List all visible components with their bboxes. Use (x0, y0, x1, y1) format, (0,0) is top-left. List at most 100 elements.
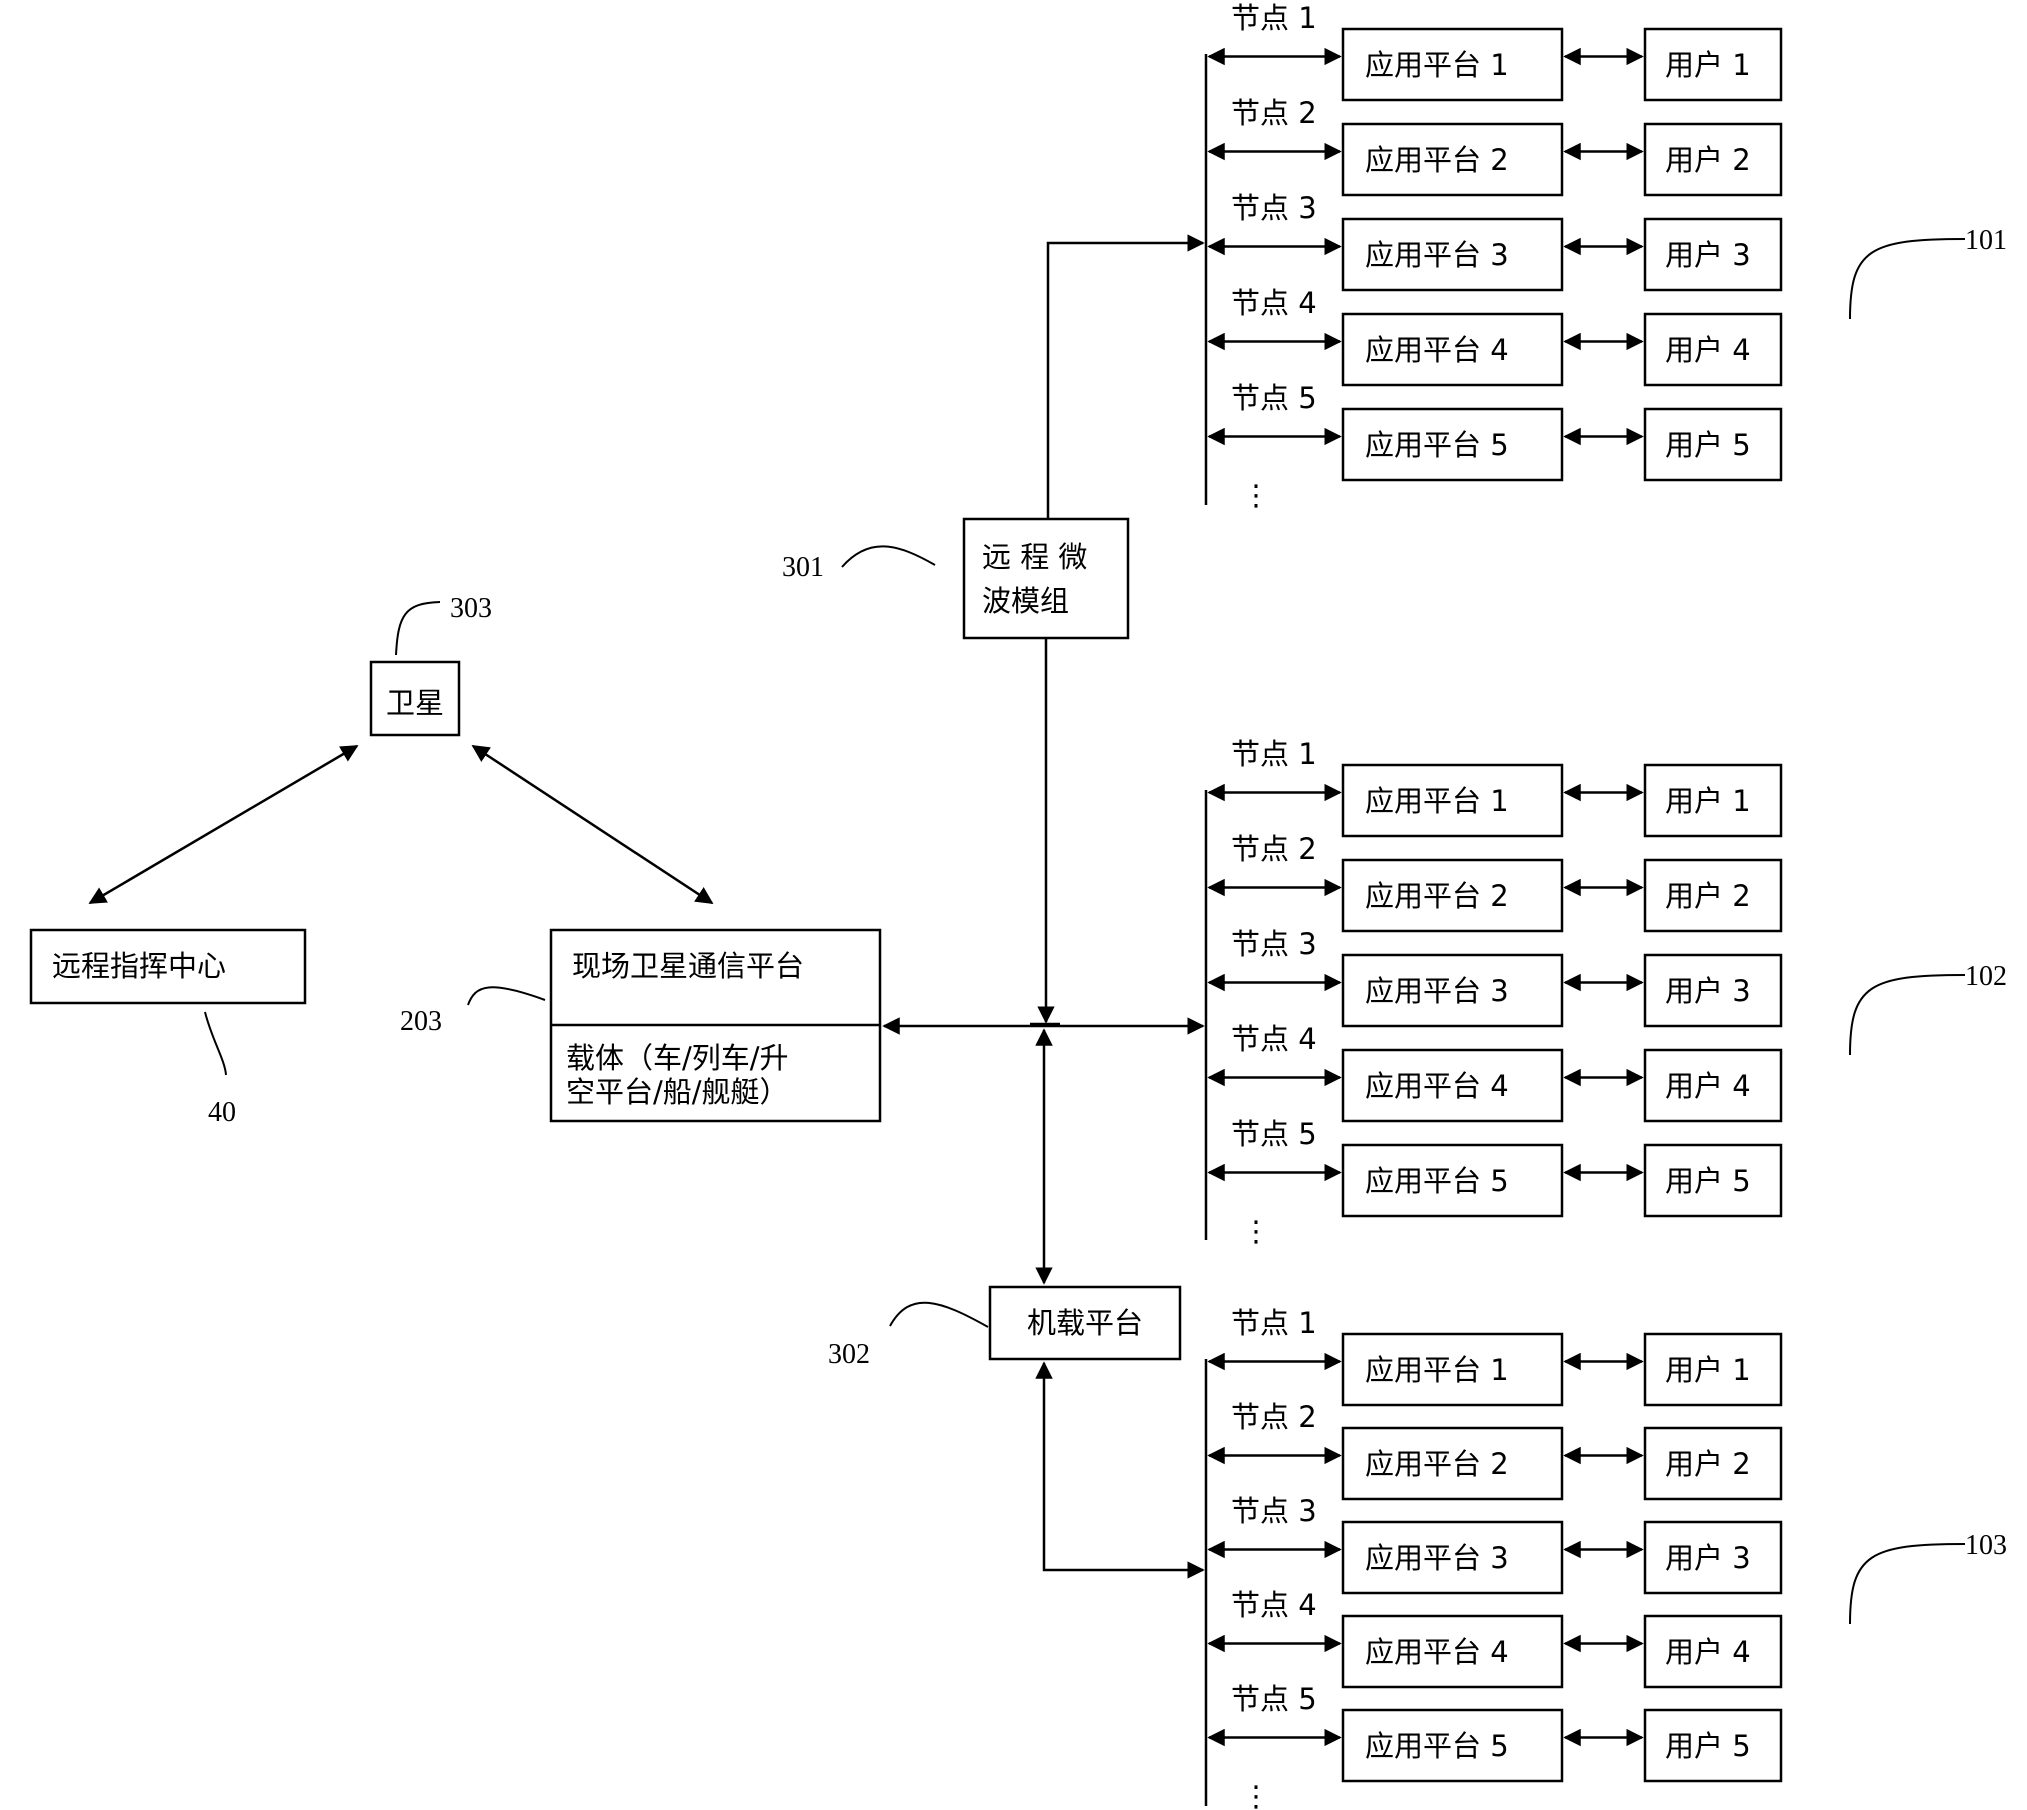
ref-label-203: 203 (400, 1006, 442, 1037)
app-platform-label: 应用平台 4 (1365, 333, 1509, 367)
user-label: 用户 5 (1665, 428, 1751, 462)
node-label: 节点 2 (1231, 832, 1317, 866)
user-label: 用户 2 (1665, 143, 1751, 177)
ref-leader-302 (889, 1301, 989, 1328)
node-label: 节点 3 (1231, 1494, 1317, 1528)
group-103: 节点 1 应用平台 1 用户 1 节点 2 应用平台 2 用户 2 节点 3 应用平台 3 用户… (1204, 1306, 2007, 1810)
app-platform-label: 应用平台 3 (1365, 1541, 1509, 1575)
app-platform-label: 应用平台 2 (1365, 1447, 1509, 1481)
app-platform-label: 应用平台 4 (1365, 1635, 1509, 1669)
link-satellite-onsite (471, 744, 714, 905)
ref-leader-103 (1849, 1543, 1966, 1625)
ellipsis-more-nodes: ⋮ (1242, 1779, 1271, 1810)
node-row: 节点 1 应用平台 1 用户 1 (1207, 1, 1783, 102)
node-row: 节点 4 应用平台 4 用户 4 (1207, 1022, 1783, 1123)
node-label: 节点 3 (1231, 927, 1317, 961)
ref-label-301: 301 (782, 552, 824, 583)
node-row: 节点 1 应用平台 1 用户 1 (1207, 737, 1783, 838)
node-label: 节点 2 (1231, 1400, 1317, 1434)
app-platform-label: 应用平台 3 (1365, 238, 1509, 272)
ref-label-102: 102 (1965, 961, 2007, 992)
node-label: 节点 4 (1231, 1588, 1317, 1622)
node-row: 节点 5 应用平台 5 用户 5 (1207, 1682, 1783, 1783)
app-platform-label: 应用平台 5 (1365, 1729, 1509, 1763)
microwave-module-box (962, 517, 1130, 640)
microwave-module-line2: 波模组 (982, 584, 1069, 618)
app-platform-label: 应用平台 2 (1365, 143, 1509, 177)
ref-leader-203 (467, 986, 546, 1006)
node-row: 节点 2 应用平台 2 用户 2 (1207, 832, 1783, 933)
ref-leader-101 (1849, 238, 1966, 320)
group-101: 节点 1 应用平台 1 用户 1 节点 2 应用平台 2 用户 2 节点 3 应用平台 3 用户… (1204, 1, 2007, 512)
ellipsis-more-nodes: ⋮ (1242, 478, 1271, 512)
ref-label-101: 101 (1965, 225, 2007, 256)
node-row: 节点 3 应用平台 3 用户 3 (1207, 191, 1783, 292)
ref-label-302: 302 (828, 1339, 870, 1370)
app-platform-label: 应用平台 1 (1365, 48, 1509, 82)
ref-label-103: 103 (1965, 1530, 2007, 1561)
app-platform-label: 应用平台 2 (1365, 879, 1509, 913)
user-label: 用户 4 (1665, 333, 1751, 367)
app-platform-label: 应用平台 4 (1365, 1069, 1509, 1103)
onsite-platform-carrier-line2: 空平台/船/舰艇） (566, 1075, 789, 1109)
link-microwave-group101 (1046, 234, 1205, 519)
app-platform-label: 应用平台 1 (1365, 1353, 1509, 1387)
onsite-platform-carrier-line1: 载体（车/列车/升 (566, 1041, 789, 1075)
link-satellite-command (88, 744, 359, 905)
microwave-module-node: 远 程 微 波模组 (962, 517, 1130, 640)
network-diagram: 卫星 303 远程指挥中心 40 现场卫星通信平台 载体（车/列车/升 空平台/… (0, 0, 2027, 1810)
user-label: 用户 3 (1665, 238, 1751, 272)
onsite-platform-node: 现场卫星通信平台 载体（车/列车/升 空平台/船/舰艇） (549, 928, 882, 1123)
airborne-platform-node: 机载平台 (988, 1285, 1182, 1361)
satellite-node: 卫星 (369, 660, 461, 737)
user-label: 用户 1 (1665, 1353, 1751, 1387)
app-platform-label: 应用平台 5 (1365, 428, 1509, 462)
diagram-svg: 卫星 303 远程指挥中心 40 现场卫星通信平台 载体（车/列车/升 空平台/… (29, 1, 2007, 1810)
node-label: 节点 5 (1231, 1117, 1317, 1151)
ref-leader-102 (1849, 974, 1966, 1056)
node-label: 节点 5 (1231, 381, 1317, 415)
onsite-platform-title: 现场卫星通信平台 (572, 949, 804, 983)
node-groups: 节点 1 应用平台 1 用户 1 节点 2 应用平台 2 用户 2 节点 3 应用平台 3 用户… (1204, 1, 2007, 1810)
ref-leader-40 (204, 1011, 227, 1076)
node-label: 节点 1 (1231, 1, 1317, 35)
ref-label-303: 303 (450, 593, 492, 624)
user-label: 用户 2 (1665, 1447, 1751, 1481)
satellite-label: 卫星 (386, 686, 444, 720)
node-label: 节点 5 (1231, 1682, 1317, 1716)
node-label: 节点 2 (1231, 96, 1317, 130)
user-label: 用户 3 (1665, 1541, 1751, 1575)
user-label: 用户 5 (1665, 1729, 1751, 1763)
link-airborne-group103 (1035, 1361, 1205, 1579)
user-label: 用户 3 (1665, 974, 1751, 1008)
ref-leader-301 (841, 545, 936, 568)
app-platform-label: 应用平台 5 (1365, 1164, 1509, 1198)
node-row: 节点 5 应用平台 5 用户 5 (1207, 381, 1783, 482)
microwave-module-line1: 远 程 微 (982, 540, 1087, 574)
node-label: 节点 1 (1231, 737, 1317, 771)
ellipsis-more-nodes: ⋮ (1242, 1214, 1271, 1248)
ref-label-40: 40 (208, 1097, 236, 1128)
group-102: 节点 1 应用平台 1 用户 1 节点 2 应用平台 2 用户 2 节点 3 应用平台 3 用户… (1204, 737, 2007, 1248)
user-label: 用户 1 (1665, 784, 1751, 818)
node-row: 节点 2 应用平台 2 用户 2 (1207, 1400, 1783, 1501)
ref-leader-303 (395, 601, 441, 656)
user-label: 用户 4 (1665, 1069, 1751, 1103)
command-center-label: 远程指挥中心 (52, 949, 226, 983)
node-row: 节点 4 应用平台 4 用户 4 (1207, 286, 1783, 387)
app-platform-label: 应用平台 1 (1365, 784, 1509, 818)
app-platform-label: 应用平台 3 (1365, 974, 1509, 1008)
airborne-platform-label: 机载平台 (1027, 1306, 1143, 1340)
user-label: 用户 2 (1665, 879, 1751, 913)
command-center-node: 远程指挥中心 (29, 928, 307, 1005)
node-row: 节点 5 应用平台 5 用户 5 (1207, 1117, 1783, 1218)
node-label: 节点 1 (1231, 1306, 1317, 1340)
user-label: 用户 5 (1665, 1164, 1751, 1198)
user-label: 用户 4 (1665, 1635, 1751, 1669)
node-label: 节点 4 (1231, 286, 1317, 320)
node-label: 节点 3 (1231, 191, 1317, 225)
node-row: 节点 2 应用平台 2 用户 2 (1207, 96, 1783, 197)
node-row: 节点 1 应用平台 1 用户 1 (1207, 1306, 1783, 1407)
node-label: 节点 4 (1231, 1022, 1317, 1056)
user-label: 用户 1 (1665, 48, 1751, 82)
